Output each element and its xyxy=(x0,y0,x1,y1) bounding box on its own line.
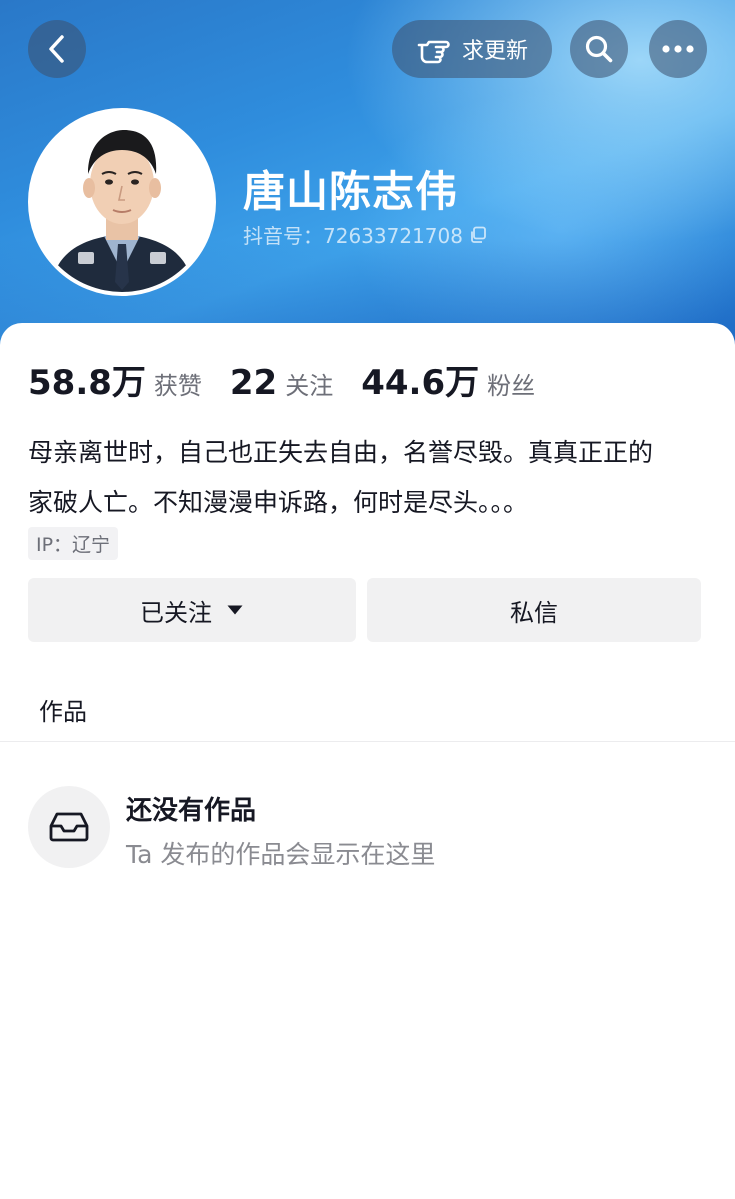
empty-state-icon-circle xyxy=(28,786,110,868)
caret-down-icon xyxy=(227,605,243,615)
following-button-label: 已关注 xyxy=(140,598,212,627)
copy-icon[interactable] xyxy=(469,226,487,244)
stat-following[interactable]: 22 关注 xyxy=(230,363,333,403)
profile-nickname: 唐山陈志伟 xyxy=(243,167,459,216)
empty-state-subtitle: Ta 发布的作品会显示在这里 xyxy=(126,840,436,869)
pointing-hand-icon xyxy=(417,40,450,64)
profile-stats: 58.8万 获赞 22 关注 44.6万 粉丝 xyxy=(28,355,563,404)
request-update-label: 求更新 xyxy=(461,39,528,64)
request-update-button[interactable]: 求更新 xyxy=(392,20,552,78)
stat-following-value: 22 xyxy=(229,363,278,403)
tab-works[interactable]: 作品 xyxy=(39,692,87,727)
message-button[interactable]: 私信 xyxy=(367,578,701,642)
bio-line-1: 母亲离世时，自己也正失去自由，名誉尽毁。真真正正的 xyxy=(28,438,654,467)
tab-divider xyxy=(0,741,735,742)
stat-likes[interactable]: 58.8万 获赞 xyxy=(28,355,202,404)
douyin-id[interactable]: 抖音号：72633721708 xyxy=(243,220,487,249)
search-button[interactable] xyxy=(570,20,628,78)
stat-likes-label: 获赞 xyxy=(153,372,202,400)
ip-location-tag: IP：辽宁 xyxy=(28,527,119,560)
stat-likes-value: 58.8万 xyxy=(28,363,146,403)
avatar[interactable] xyxy=(28,108,216,296)
stat-followers-value: 44.6万 xyxy=(361,363,480,403)
stat-followers[interactable]: 44.6万 粉丝 xyxy=(361,355,535,404)
profile-bio: 母亲离世时，自己也正失去自由，名誉尽毁。真真正正的 家破人亡。不知漫漫申诉路，何… xyxy=(28,428,718,528)
more-dots-icon xyxy=(662,45,694,53)
following-button[interactable]: 已关注 xyxy=(28,578,356,642)
search-icon xyxy=(585,35,613,63)
inbox-tray-icon xyxy=(49,812,89,842)
bio-line-2: 家破人亡。不知漫漫申诉路，何时是尽头。。。 xyxy=(28,488,529,517)
avatar-portrait-image xyxy=(32,112,212,292)
chevron-left-icon xyxy=(49,35,64,63)
douyin-id-text: 抖音号：72633721708 xyxy=(243,224,463,248)
stat-following-label: 关注 xyxy=(285,372,334,400)
back-button[interactable] xyxy=(28,20,86,78)
message-button-label: 私信 xyxy=(510,598,558,627)
stat-followers-label: 粉丝 xyxy=(487,372,536,400)
more-button[interactable] xyxy=(649,20,707,78)
empty-state-title: 还没有作品 xyxy=(126,796,257,826)
